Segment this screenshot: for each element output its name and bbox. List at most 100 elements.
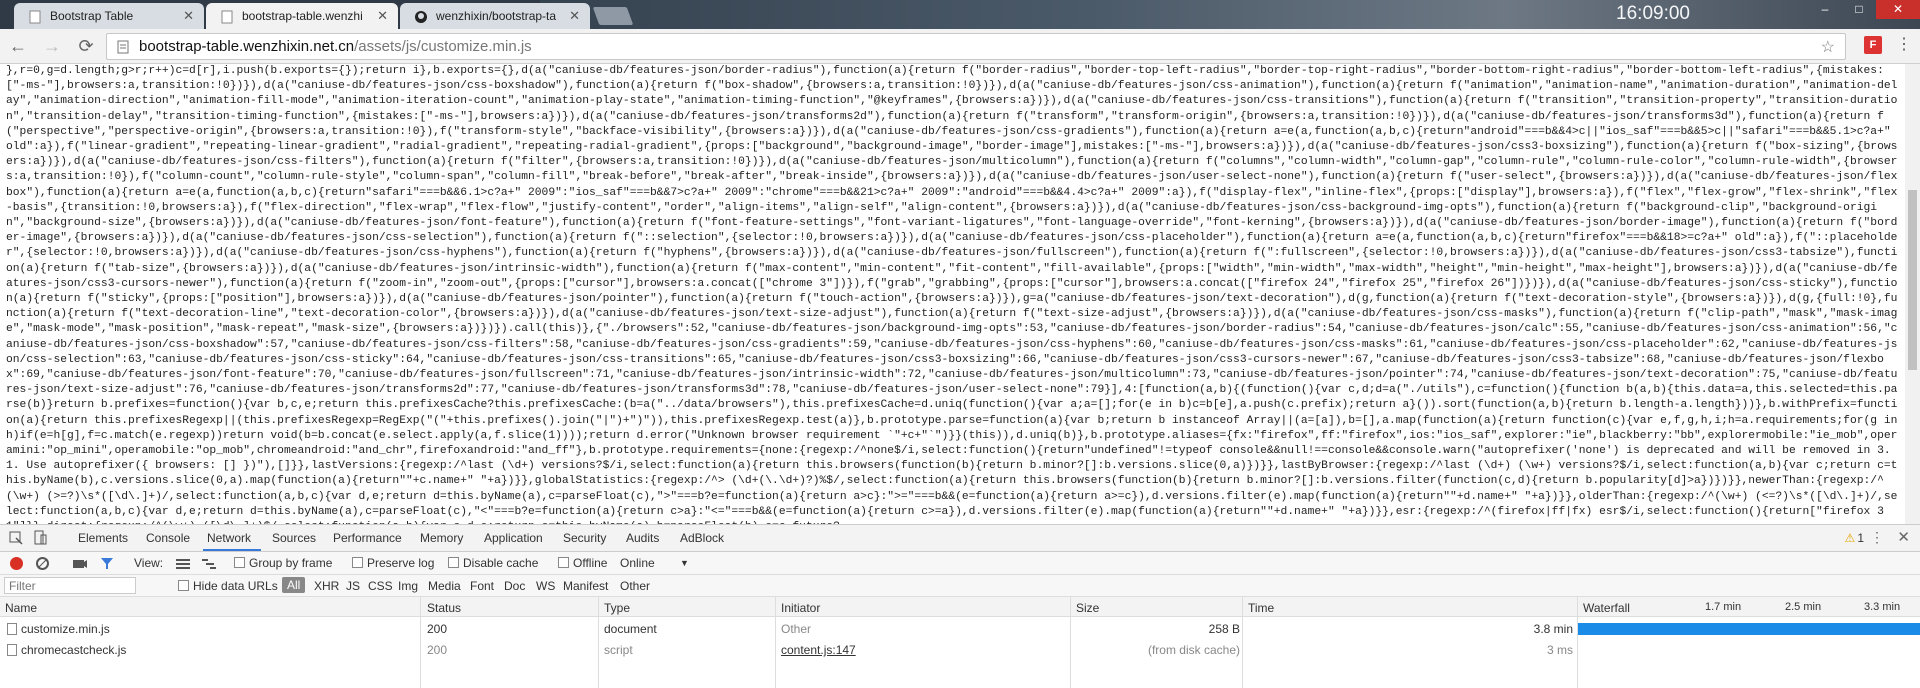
request-name[interactable]: customize.min.js [7,622,110,636]
device-toolbar-icon[interactable] [32,530,48,546]
filter-input[interactable] [4,577,136,594]
page-icon [221,10,233,24]
warning-icon: ⚠ [1844,531,1856,545]
record-button[interactable] [10,557,23,570]
request-size: (from disk cache) [1147,643,1240,657]
filter-icon[interactable] [100,557,114,570]
tab-console[interactable]: Console [146,531,190,545]
waterfall-tick: 1.7 min [1705,601,1742,613]
tab-network[interactable]: Network [207,531,251,545]
column-name[interactable]: Name [5,601,37,615]
tab-security[interactable]: Security [563,531,606,545]
warning-count: 1 [1857,531,1864,545]
large-rows-icon[interactable] [176,558,190,569]
filter-css[interactable]: CSS [368,579,393,593]
url-host: bootstrap-table.wenzhixin.net.cn [139,38,355,55]
checkbox[interactable] [558,557,569,568]
waterfall-tick: 2.5 min [1785,601,1822,613]
tab-sources[interactable]: Sources [272,531,316,545]
column-status[interactable]: Status [427,601,461,615]
close-devtools-icon[interactable]: ✕ [1897,528,1910,546]
more-options-icon[interactable]: ⋮ [1870,529,1884,546]
table-row[interactable]: customize.min.js 200 document Other 258 … [0,618,1920,639]
request-time: 3 ms [1546,643,1573,657]
throttling-value: Online [620,556,655,570]
filter-manifest[interactable]: Manifest [563,579,608,593]
forward-button[interactable]: → [40,35,64,59]
tab-bootstrap-table[interactable]: Bootstrap Table ✕ [14,3,204,29]
close-icon[interactable]: ✕ [183,8,194,24]
active-tab-indicator [203,549,261,551]
column-type[interactable]: Type [604,601,630,615]
maximize-button[interactable]: □ [1842,0,1876,19]
chevron-down-icon[interactable]: ▼ [680,558,689,568]
clear-button[interactable] [36,557,49,570]
offline-checkbox[interactable]: Offline [558,556,607,570]
filter-img[interactable]: Img [398,579,418,593]
tab-title: bootstrap-table.wenzhi [242,9,363,23]
tab-memory[interactable]: Memory [420,531,463,545]
request-name-text: customize.min.js [21,622,110,636]
close-icon[interactable]: ✕ [377,8,388,24]
waterfall-bar[interactable] [1578,623,1920,635]
throttling-select[interactable]: Online [620,556,655,570]
filter-other[interactable]: Other [620,579,650,593]
preserve-log-label: Preserve log [367,556,435,570]
tab-audits[interactable]: Audits [626,531,659,545]
tab-performance[interactable]: Performance [333,531,402,545]
menu-icon[interactable]: ⋮ [1896,36,1912,54]
tab-bar-background [540,0,1920,29]
column-initiator[interactable]: Initiator [781,601,820,615]
tab-adblock[interactable]: AdBlock [680,531,724,545]
checkbox[interactable] [178,580,189,591]
filter-all[interactable]: All [282,577,306,593]
warning-counter[interactable]: ⚠ 1 [1845,531,1864,545]
page-info-icon[interactable] [117,40,129,54]
tab-github[interactable]: wenzhixin/bootstrap-ta ✕ [400,3,590,29]
checkbox[interactable] [448,557,459,568]
request-initiator-link[interactable]: content.js:147 [781,643,856,657]
browser-toolbar: ← → ⟳ bootstrap-table.wenzhixin.net.cn/a… [0,29,1920,64]
checkbox[interactable] [352,557,363,568]
group-by-frame-checkbox[interactable]: Group by frame [234,556,332,570]
back-button[interactable]: ← [6,35,30,59]
bookmark-star-icon[interactable]: ☆ [1821,37,1835,57]
scrollbar-thumb[interactable] [1908,190,1917,370]
network-toolbar: View: Group by frame Preserve log Disabl… [0,552,1920,575]
vertical-scrollbar[interactable] [1905,64,1920,524]
filter-js[interactable]: JS [346,579,360,593]
table-row[interactable]: chromecastcheck.js 200 script content.js… [0,639,1920,660]
column-waterfall[interactable]: Waterfall [1583,601,1630,615]
address-bar[interactable]: bootstrap-table.wenzhixin.net.cn/assets/… [106,33,1846,60]
disable-cache-checkbox[interactable]: Disable cache [448,556,538,570]
preserve-log-checkbox[interactable]: Preserve log [352,556,434,570]
close-icon[interactable]: ✕ [569,8,580,24]
extension-icon[interactable]: F [1864,36,1882,54]
filter-doc[interactable]: Doc [504,579,525,593]
column-size[interactable]: Size [1076,601,1099,615]
filter-font[interactable]: Font [470,579,494,593]
waterfall-tick: 3.3 min [1864,601,1901,613]
capture-screenshots-icon[interactable] [72,557,88,570]
tab-bootstrap-table-wenzhixin[interactable]: bootstrap-table.wenzhi ✕ [206,3,398,29]
hide-data-urls-checkbox[interactable]: Hide data URLs [178,579,278,593]
column-time[interactable]: Time [1248,601,1274,615]
request-name[interactable]: chromecastcheck.js [7,643,126,657]
new-tab-button[interactable] [592,7,634,25]
inspect-element-icon[interactable] [8,530,24,546]
file-icon [7,623,17,635]
minimize-button[interactable]: – [1808,0,1842,19]
url-text[interactable]: bootstrap-table.wenzhixin.net.cn/assets/… [139,38,532,55]
request-name-text: chromecastcheck.js [21,643,127,657]
filter-media[interactable]: Media [428,579,461,593]
hide-data-urls-label: Hide data URLs [193,579,278,593]
checkbox[interactable] [234,557,245,568]
tab-title: wenzhixin/bootstrap-ta [436,9,557,23]
filter-ws[interactable]: WS [536,579,555,593]
tab-elements[interactable]: Elements [78,531,128,545]
tab-application[interactable]: Application [484,531,543,545]
close-window-button[interactable]: ✕ [1876,0,1920,19]
reload-button[interactable]: ⟳ [74,35,98,59]
filter-xhr[interactable]: XHR [314,579,339,593]
overview-icon[interactable] [202,558,216,569]
